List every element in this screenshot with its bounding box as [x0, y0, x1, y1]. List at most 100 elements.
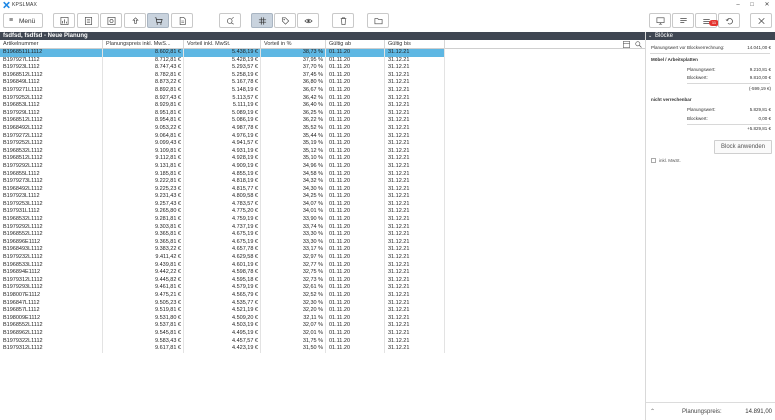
table-row[interactable]: B196857L1112 9.519,81 €4.521,19 €32,20 % 0… — [0, 307, 445, 315]
incl-vat-checkbox[interactable] — [651, 158, 656, 163]
table-row[interactable]: B196853L1112 8.929,81 €5.111,19 €36,40 % 0… — [0, 102, 445, 110]
cell-price: 8.951,81 € — [103, 109, 184, 118]
chart-button[interactable] — [53, 13, 75, 28]
table-row[interactable]: B1968492L1112 9.053,22 €4.987,78 €35,52 %… — [0, 124, 445, 133]
blocks-panel-header[interactable]: ⌄ Blöcke — [646, 32, 775, 40]
table-row[interactable]: B198009E1112 9.531,80 €4.509,20 €32,11 % 0… — [0, 314, 445, 323]
table-row[interactable]: B196849L1112 8.873,22 €5.167,78 €36,80 % 0… — [0, 79, 445, 87]
search-icon[interactable] — [635, 41, 642, 48]
cell-advantage-percent: 32,97 % — [261, 254, 326, 262]
cell-price: 9.475,21 € — [103, 292, 184, 300]
calculator-button[interactable] — [219, 13, 241, 28]
table-row[interactable]: B197931L1112 9.265,80 €4.775,20 €34,01 % 0… — [0, 208, 445, 217]
tag-button[interactable] — [274, 13, 296, 28]
apply-block-button[interactable]: Block anwenden — [714, 140, 772, 154]
table-row[interactable]: B1979253L1112 9.257,43 €4.783,57 €34,07 %… — [0, 200, 445, 209]
cell-article: B196853L1112 — [0, 102, 103, 110]
settings-icon — [107, 17, 116, 25]
column-header-price[interactable]: Planungspreis inkl. MwS... — [103, 40, 184, 49]
table-row[interactable]: B1979312L1112 9.445,82 €4.595,18 €32,73 %… — [0, 276, 445, 285]
table-row[interactable]: B1968962L1112 9.545,81 €4.495,19 €32,01 %… — [0, 329, 445, 338]
document-button[interactable] — [171, 13, 193, 28]
table-row[interactable]: B1979312L1112 9.617,81 €4.423,19 €31,50 %… — [0, 345, 445, 353]
table-row[interactable]: B1968492L1112 9.225,23 €4.815,77 €34,30 %… — [0, 185, 445, 194]
delete-button[interactable] — [332, 13, 354, 28]
monitor-button[interactable] — [649, 13, 671, 28]
table-row[interactable]: B1979252L1112 9.099,43 €4.941,57 €35,19 %… — [0, 140, 445, 148]
cell-article: B1979253L1112 — [0, 200, 103, 209]
table-row[interactable]: B1979292L1112 9.131,81 €4.909,19 €34,96 %… — [0, 162, 445, 171]
table-row[interactable]: B1968512L1112 8.782,81 €5.258,19 €37,45 %… — [0, 71, 445, 80]
cell-price: 9.537,81 € — [103, 322, 184, 330]
cell-article: B197923L1112 — [0, 193, 103, 201]
table-row[interactable]: B1968512L1112 9.112,81 €4.928,19 €35,10 %… — [0, 155, 445, 163]
table-row[interactable]: B1979252L1112 8.927,43 €5.113,57 €36,42 %… — [0, 94, 445, 103]
table-row[interactable]: B1979232L1112 9.411,42 €4.629,58 €32,97 %… — [0, 254, 445, 262]
table-row[interactable]: B197927L1112 8.712,81 €5.428,19 €37,95 % 0… — [0, 56, 445, 65]
table-row[interactable]: B1979271L1112 8.892,81 €5.148,19 €36,67 %… — [0, 86, 445, 95]
maximize-icon[interactable]: □ — [745, 0, 759, 10]
table-row[interactable]: B1979272L1112 9.064,81 €4.976,19 €35,44 %… — [0, 132, 445, 141]
table-row[interactable]: B197923L1112 9.231,43 €4.809,58 €34,25 % 0… — [0, 193, 445, 201]
cell-advantage-percent: 32,52 % — [261, 292, 326, 300]
cell-price: 9.583,43 € — [103, 337, 184, 346]
monitor-icon — [656, 17, 665, 25]
cell-valid-from: 01.11.20 — [326, 170, 385, 179]
cell-valid-to: 31.12.21 — [385, 329, 445, 338]
table-row[interactable]: B1979322L1112 9.583,43 €4.457,57 €31,75 %… — [0, 337, 445, 346]
table-row[interactable]: B198007E1112 9.475,21 €4.565,79 €32,52 % 0… — [0, 292, 445, 300]
grid-header: Artikelnummer Planungspreis inkl. MwS...… — [0, 40, 645, 49]
cell-valid-to: 31.12.21 — [385, 79, 445, 87]
minimize-icon[interactable]: – — [731, 0, 745, 10]
table-row[interactable]: B196894E1112 9.442,22 €4.598,78 €32,75 % 0… — [0, 269, 445, 277]
chevron-up-icon[interactable]: ⌃ — [650, 408, 655, 415]
table-row[interactable]: B1968511L1112 8.602,81 €5.438,19 €38,73 %… — [0, 49, 445, 57]
column-header-valid-to[interactable]: Gültig bis — [385, 40, 445, 49]
column-header-article[interactable]: Artikelnummer — [0, 40, 103, 49]
table-row[interactable]: B196896E1112 9.365,81 €4.675,19 €33,30 % 0… — [0, 238, 445, 247]
cell-valid-from: 01.11.20 — [326, 124, 385, 133]
table-row[interactable]: B1979293L1112 9.461,81 €4.579,19 €32,61 %… — [0, 284, 445, 292]
cell-valid-from: 01.11.20 — [326, 94, 385, 103]
table-row[interactable]: B1968552L1112 9.365,81 €4.675,19 €33,30 %… — [0, 231, 445, 239]
cell-advantage: 4.931,19 € — [184, 147, 261, 156]
settings-button[interactable] — [100, 13, 122, 28]
cell-advantage: 4.629,58 € — [184, 254, 261, 262]
table-row[interactable]: B196855L1112 9.185,81 €4.855,19 €34,58 % 0… — [0, 170, 445, 179]
planning-price-value: 14.891,00 — [745, 409, 772, 415]
column-header-advantage[interactable]: Vorteil inkl. MwSt. — [184, 40, 261, 49]
cart-button[interactable] — [147, 13, 169, 28]
cell-advantage-percent: 32,61 % — [261, 284, 326, 292]
menu-button[interactable]: ≡ Menü — [3, 13, 43, 28]
cell-valid-to: 31.12.21 — [385, 140, 445, 148]
table-row[interactable]: B1968532L1112 9.109,81 €4.931,19 €35,12 %… — [0, 147, 445, 156]
table-row[interactable]: B196847L1112 9.505,23 €4.535,77 €32,30 % 0… — [0, 299, 445, 308]
open-folder-button[interactable] — [367, 13, 389, 28]
cell-valid-from: 01.11.20 — [326, 269, 385, 277]
cell-advantage-percent: 31,50 % — [261, 345, 326, 353]
cell-valid-from: 01.11.20 — [326, 185, 385, 194]
table-row[interactable]: B1968533L1112 9.439,81 €4.601,19 €32,77 %… — [0, 261, 445, 270]
table-row[interactable]: B1979273L1112 9.222,81 €4.818,19 €34,32 %… — [0, 178, 445, 186]
table-row[interactable]: B1979292L1112 9.303,81 €4.737,19 €33,74 %… — [0, 223, 445, 232]
column-header-advantage-percent[interactable]: Vorteil in % — [261, 40, 326, 49]
close-window-icon[interactable]: ✕ — [760, 0, 774, 10]
table-row[interactable]: B1968532L1112 9.281,81 €4.759,19 €33,90 %… — [0, 216, 445, 224]
column-header-valid-from[interactable]: Gültig ab — [326, 40, 385, 49]
columns-icon[interactable] — [623, 41, 630, 48]
undo-button[interactable] — [718, 13, 740, 28]
table-row[interactable]: B1968512L1112 8.954,81 €5.086,19 €36,22 %… — [0, 117, 445, 125]
table-row[interactable]: B197923L1112 8.747,43 €5.293,57 €37,70 % 0… — [0, 64, 445, 72]
grid-view-button[interactable] — [251, 13, 273, 28]
upload-button[interactable] — [124, 13, 146, 28]
table-row[interactable]: B1968552L1112 9.537,81 €4.503,19 €32,07 %… — [0, 322, 445, 330]
cell-advantage: 4.509,20 € — [184, 314, 261, 323]
cell-valid-from: 01.11.20 — [326, 307, 385, 315]
table-row[interactable]: B197929L1112 8.951,81 €5.089,19 €36,25 % 0… — [0, 109, 445, 118]
cell-advantage-percent: 32,77 % — [261, 261, 326, 270]
catalog-button[interactable] — [77, 13, 99, 28]
view-button[interactable] — [297, 13, 319, 28]
table-row[interactable]: B1968493L1112 9.383,22 €4.657,78 €33,17 %… — [0, 246, 445, 255]
close-button[interactable] — [750, 13, 772, 28]
list-button[interactable] — [672, 13, 694, 28]
